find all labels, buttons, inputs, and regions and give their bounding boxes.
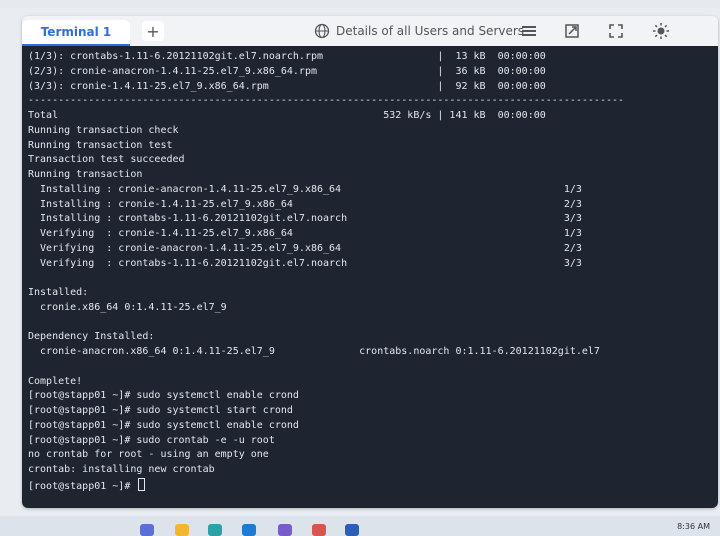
- store-icon[interactable]: [242, 524, 256, 536]
- terminal-line: no crontab for root - using an empty one: [28, 449, 269, 461]
- cursor: [138, 477, 146, 491]
- terminal-line: (1/3): crontabs-1.11-6.20121102git.el7.n…: [28, 51, 546, 62]
- taskbar-app-icon[interactable]: [312, 524, 326, 536]
- terminal-line: cronie.x86_64 0:1.4.11-25.el7_9: [28, 301, 227, 313]
- terminal-line: Installing : cronie-anacron-1.4.11-25.el…: [28, 183, 582, 195]
- folder-icon[interactable]: [175, 524, 189, 536]
- terminal-line: [root@stapp01 ~]# sudo systemctl enable …: [28, 419, 299, 431]
- terminal-line: Dependency Installed:: [28, 331, 155, 343]
- terminal-line: (3/3): cronie-1.4.11-25.el7_9.x86_64.rpm…: [28, 80, 546, 92]
- terminal-line: Verifying : crontabs-1.11-6.20121102git.…: [28, 257, 582, 269]
- browser-top-strip: [0, 0, 720, 8]
- terminal-prompt: [root@stapp01 ~]#: [28, 480, 137, 492]
- os-taskbar: 8:36 AM: [0, 516, 720, 536]
- tab-bar: Terminal 1 + Details of all Users and Se…: [22, 16, 718, 47]
- terminal-line: Running transaction check: [28, 124, 179, 136]
- taskbar-clock[interactable]: 8:36 AM: [677, 522, 710, 531]
- terminal-line: (2/3): cronie-anacron-1.4.11-25.el7_9.x8…: [28, 65, 546, 77]
- taskbar-app-icon[interactable]: [278, 524, 292, 536]
- terminal-line: Total 532 kB/s | 141 kB 00:00:00: [28, 110, 546, 121]
- terminal-line: Installing : crontabs-1.11-6.20121102git…: [28, 213, 582, 225]
- taskbar-app-icon[interactable]: [345, 524, 359, 536]
- terminal-line: Installed:: [28, 287, 89, 298]
- tab-terminal-1[interactable]: Terminal 1: [22, 20, 130, 46]
- terminal-line: ----------------------------------------…: [28, 95, 625, 107]
- sun-icon[interactable]: [652, 22, 670, 40]
- terminal-line: [root@stapp01 ~]# sudo crontab -e -u roo…: [28, 434, 275, 446]
- terminal-line: [root@stapp01 ~]# sudo systemctl enable …: [28, 390, 299, 402]
- open-external-icon[interactable]: [563, 22, 581, 40]
- terminal-line: Complete!: [28, 375, 83, 387]
- terminal-line: Verifying : cronie-anacron-1.4.11-25.el7…: [28, 242, 582, 254]
- terminal-line: [root@stapp01 ~]# sudo systemctl start c…: [28, 405, 293, 416]
- terminal-text: (1/3): crontabs-1.11-6.20121102git.el7.n…: [28, 50, 624, 495]
- terminal-line: crontab: installing new crontab: [28, 464, 215, 475]
- terminal-line: Verifying : cronie-1.4.11-25.el7_9.x86_6…: [28, 228, 582, 239]
- taskbar-app-icon[interactable]: [140, 524, 154, 536]
- fullscreen-icon[interactable]: [607, 22, 625, 40]
- terminal-line: Transaction test succeeded: [28, 154, 185, 166]
- globe-icon: [314, 23, 330, 39]
- terminal-line: Running transaction: [28, 169, 143, 180]
- add-tab-button[interactable]: +: [142, 21, 164, 41]
- terminal-line: Running transaction test: [28, 139, 173, 151]
- terminal-line: cronie-anacron.x86_64 0:1.4.11-25.el7_9 …: [28, 346, 600, 357]
- hamburger-menu-icon[interactable]: [520, 22, 538, 40]
- terminal-line: Installing : cronie-1.4.11-25.el7_9.x86_…: [28, 198, 582, 210]
- terminal-window: Terminal 1 + Details of all Users and Se…: [22, 16, 718, 508]
- page-title[interactable]: Details of all Users and Servers: [336, 24, 524, 38]
- browser-icon[interactable]: [208, 524, 222, 536]
- terminal-output[interactable]: (1/3): crontabs-1.11-6.20121102git.el7.n…: [22, 46, 718, 508]
